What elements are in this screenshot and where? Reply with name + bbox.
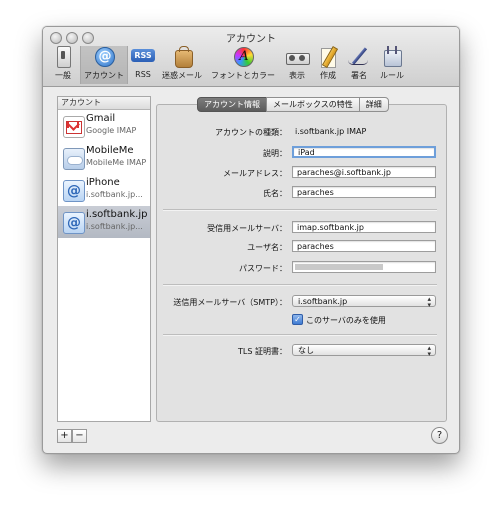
only-this-server-label: このサーバのみを使用	[306, 316, 386, 325]
toolbar-composing-button[interactable]: 作成	[314, 45, 342, 84]
tab-mailbox-behaviors[interactable]: メールボックスの特性	[266, 97, 360, 112]
smtp-server-popup[interactable]: i.softbank.jp ▴ ▾	[292, 295, 436, 309]
toolbar-general-button[interactable]: 一般	[47, 46, 79, 84]
viewing-glasses-icon	[284, 46, 310, 68]
tab-account-info[interactable]: アカウント情報	[197, 97, 267, 112]
window-title: アカウント	[226, 34, 276, 45]
account-type: i.softbank.jp...	[86, 222, 143, 231]
toolbar-viewing-button[interactable]: 表示	[283, 46, 311, 84]
account-name: MobileMe	[86, 145, 134, 156]
username-label: ユーザ名：	[247, 243, 287, 252]
preferences-window: アカウント 一般 @ アカウント RSS RSS 迷惑メール A フォントとカラ…	[42, 26, 460, 454]
accounts-list-header: アカウント	[58, 97, 150, 110]
rss-badge-icon: RSS	[130, 46, 156, 68]
toolbar-label: 一般	[55, 71, 71, 80]
mobileme-icon	[63, 148, 85, 170]
toolbar-accounts-button[interactable]: @ アカウント	[80, 46, 128, 84]
toolbar-label: 作成	[320, 71, 336, 80]
fonts-colors-icon: A	[230, 46, 256, 68]
smtp-server-value: i.softbank.jp	[298, 297, 348, 306]
toolbar-fonts-colors-button[interactable]: A フォントとカラー	[206, 46, 280, 84]
add-account-button[interactable]: +	[57, 429, 72, 443]
incoming-server-field[interactable]: imap.softbank.jp	[292, 221, 436, 233]
accounts-list: アカウント Gmail Google IMAP MobileMe MobileM…	[57, 96, 151, 422]
password-field[interactable]	[292, 261, 436, 273]
full-name-field[interactable]: paraches	[292, 186, 436, 198]
at-sign-icon: @	[63, 212, 85, 234]
masked-password	[295, 264, 383, 270]
smtp-label: 送信用メールサーバ（SMTP）：	[173, 298, 287, 307]
toolbar-rules-button[interactable]: ルール	[376, 46, 408, 84]
tls-certificate-label: TLS 証明書：	[238, 347, 287, 356]
email-field[interactable]: paraches@i.softbank.jp	[292, 166, 436, 178]
at-sign-icon: @	[63, 180, 85, 202]
toolbar-junk-mail-button[interactable]: 迷惑メール	[160, 46, 204, 84]
account-item-iphone[interactable]: @ iPhone i.softbank.jp...	[58, 174, 150, 206]
gmail-icon	[63, 116, 85, 138]
only-this-server-checkbox[interactable]: ✓	[292, 314, 303, 325]
remove-account-button[interactable]: −	[72, 429, 87, 443]
account-name: i.softbank.jp	[86, 209, 148, 220]
full-name-label: 氏名：	[263, 189, 287, 198]
account-type: Google IMAP	[86, 126, 137, 135]
account-name: iPhone	[86, 177, 120, 188]
toolbar-label: RSS	[135, 70, 151, 79]
toolbar-label: ルール	[380, 71, 404, 80]
help-button[interactable]: ?	[431, 427, 448, 444]
detail-tabs: アカウント情報 メールボックスの特性 詳細	[197, 97, 389, 112]
account-name: Gmail	[86, 113, 116, 124]
tab-advanced[interactable]: 詳細	[358, 97, 389, 112]
incoming-server-label: 受信用メールサーバ：	[207, 224, 287, 233]
toolbar-label: フォントとカラー	[211, 71, 275, 80]
popup-arrows-icon: ▴ ▾	[427, 344, 431, 358]
account-item-gmail[interactable]: Gmail Google IMAP	[58, 110, 150, 142]
description-label: 説明：	[263, 149, 287, 158]
separator	[163, 209, 437, 211]
toolbar-signatures-button[interactable]: 署名	[345, 46, 373, 84]
description-field[interactable]: iPad	[292, 146, 436, 158]
account-item-softbank[interactable]: @ i.softbank.jp i.softbank.jp...	[58, 206, 150, 238]
at-sign-icon: @	[91, 46, 117, 68]
light-switch-icon	[50, 46, 76, 68]
separator	[163, 284, 437, 286]
username-field[interactable]: paraches	[292, 240, 436, 252]
signature-pen-icon	[346, 46, 372, 68]
password-label: パスワード：	[239, 264, 287, 273]
tls-certificate-popup[interactable]: なし ▴ ▾	[292, 344, 436, 358]
account-type-label: アカウントの種類：	[215, 128, 287, 137]
composing-pencil-icon	[315, 45, 341, 69]
email-label: メールアドレス：	[223, 169, 287, 178]
tls-certificate-value: なし	[298, 346, 314, 355]
toolbar-label: 表示	[289, 71, 305, 80]
popup-arrows-icon: ▴ ▾	[427, 295, 431, 309]
toolbar-label: 署名	[351, 71, 367, 80]
toolbar-label: アカウント	[84, 71, 124, 80]
account-type: i.softbank.jp...	[86, 190, 143, 199]
toolbar-label: 迷惑メール	[162, 71, 202, 80]
account-type: MobileMe IMAP	[86, 158, 147, 167]
account-item-mobileme[interactable]: MobileMe MobileMe IMAP	[58, 142, 150, 174]
junk-mail-bag-icon	[169, 46, 195, 68]
account-type-value: i.softbank.jp IMAP	[295, 127, 367, 136]
separator	[163, 334, 437, 336]
toolbar-rss-button[interactable]: RSS RSS	[129, 46, 157, 84]
titlebar-toolbar: アカウント 一般 @ アカウント RSS RSS 迷惑メール A フォントとカラ…	[43, 27, 459, 87]
rules-icon	[379, 46, 405, 68]
